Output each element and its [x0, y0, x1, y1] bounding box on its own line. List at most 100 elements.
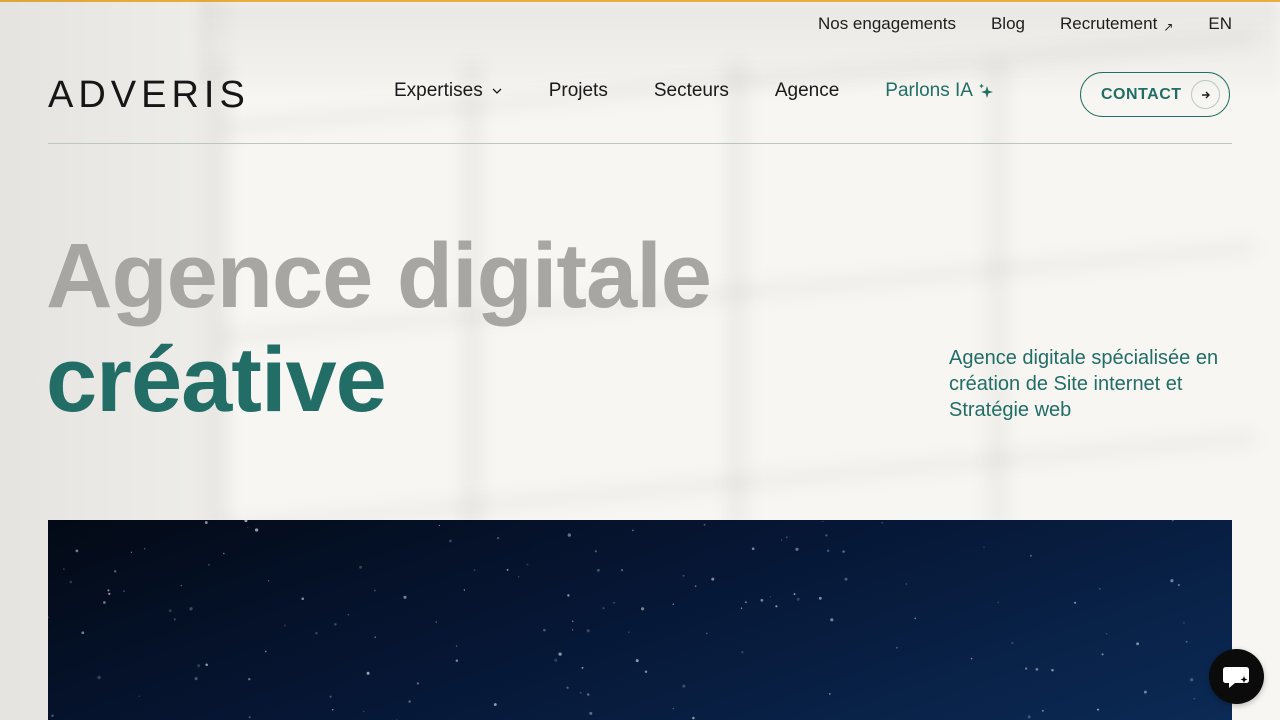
nav-link-engagements[interactable]: Nos engagements [818, 14, 956, 34]
star [455, 645, 458, 647]
star [1096, 708, 1100, 711]
star [1183, 622, 1185, 624]
star [744, 601, 747, 604]
star [1035, 668, 1039, 671]
star [138, 695, 141, 697]
star [403, 595, 407, 599]
nav-item-expertises[interactable]: Expertises [394, 80, 503, 102]
star [796, 597, 800, 601]
star [613, 602, 615, 604]
star [844, 577, 848, 581]
star [881, 522, 883, 524]
star [579, 691, 582, 694]
star [374, 636, 376, 638]
star [435, 621, 437, 623]
star [751, 547, 755, 551]
nav-link-blog[interactable]: Blog [991, 14, 1025, 34]
nav-item-sectors[interactable]: Secteurs [654, 80, 729, 102]
star [248, 677, 251, 681]
star [518, 576, 520, 578]
star [173, 618, 176, 621]
star [692, 716, 695, 720]
star [825, 534, 828, 537]
star [438, 524, 441, 527]
star [207, 563, 211, 566]
star [785, 536, 788, 539]
contact-label: CONTACT [1101, 85, 1182, 103]
star [1143, 690, 1147, 694]
star [554, 658, 558, 662]
star [644, 670, 648, 673]
chat-widget-button[interactable] [1209, 649, 1264, 704]
star [589, 711, 593, 715]
star [641, 607, 645, 611]
external-arrow-icon: ↗ [1163, 20, 1174, 34]
star [130, 551, 133, 553]
nav-item-agency[interactable]: Agence [775, 80, 839, 102]
star [1106, 633, 1108, 635]
star [48, 616, 50, 619]
star [711, 577, 715, 581]
star [567, 594, 570, 597]
star [267, 580, 270, 582]
star [1177, 583, 1180, 587]
star [244, 520, 248, 523]
star [1170, 579, 1174, 583]
star [970, 657, 973, 660]
star [914, 617, 917, 620]
star [81, 631, 85, 635]
star [586, 629, 590, 633]
star [473, 569, 476, 571]
star [627, 631, 630, 633]
recruitment-label: Recrutement [1059, 14, 1158, 33]
star [1011, 641, 1014, 645]
chevron-down-icon [492, 88, 502, 94]
star [463, 589, 466, 591]
star [1185, 640, 1188, 643]
star [558, 652, 562, 656]
star [334, 623, 337, 626]
star [596, 568, 600, 572]
star [189, 607, 193, 611]
main-nav: Expertises Projets Secteurs Agence Parlo… [394, 80, 1041, 102]
star [416, 682, 420, 685]
star [1030, 554, 1032, 557]
star [408, 700, 411, 703]
star [543, 628, 546, 632]
sparkle-icon [978, 83, 993, 98]
contact-button[interactable]: CONTACT [1080, 72, 1230, 117]
star [740, 607, 743, 609]
star [896, 646, 898, 649]
hero-title-line1: Agence digitale [46, 225, 712, 327]
star [359, 565, 363, 569]
language-switch[interactable]: EN [1208, 14, 1232, 34]
star [760, 598, 764, 602]
star [97, 675, 101, 680]
star [620, 569, 624, 572]
star [822, 520, 824, 523]
star [248, 716, 251, 719]
logo[interactable]: ADVERIS [48, 76, 250, 114]
star [247, 526, 249, 529]
star [581, 666, 584, 669]
star [329, 695, 332, 698]
star [1193, 697, 1196, 700]
chat-bubble-icon [1222, 666, 1249, 688]
nav-link-recruitment[interactable]: Recrutement ↗ [1060, 14, 1173, 34]
nav-item-projects[interactable]: Projets [549, 80, 608, 102]
star [204, 521, 208, 524]
star [51, 714, 54, 717]
star [572, 620, 574, 622]
star [75, 549, 79, 553]
nav-item-ai[interactable]: Parlons IA [885, 80, 995, 102]
arrow-right-icon [1191, 80, 1220, 109]
star [301, 597, 305, 601]
star [180, 584, 183, 587]
star [706, 632, 708, 635]
star [493, 703, 497, 706]
star [1074, 601, 1077, 604]
star [331, 708, 334, 711]
star [1190, 678, 1194, 682]
star [769, 596, 772, 598]
star [283, 624, 286, 627]
